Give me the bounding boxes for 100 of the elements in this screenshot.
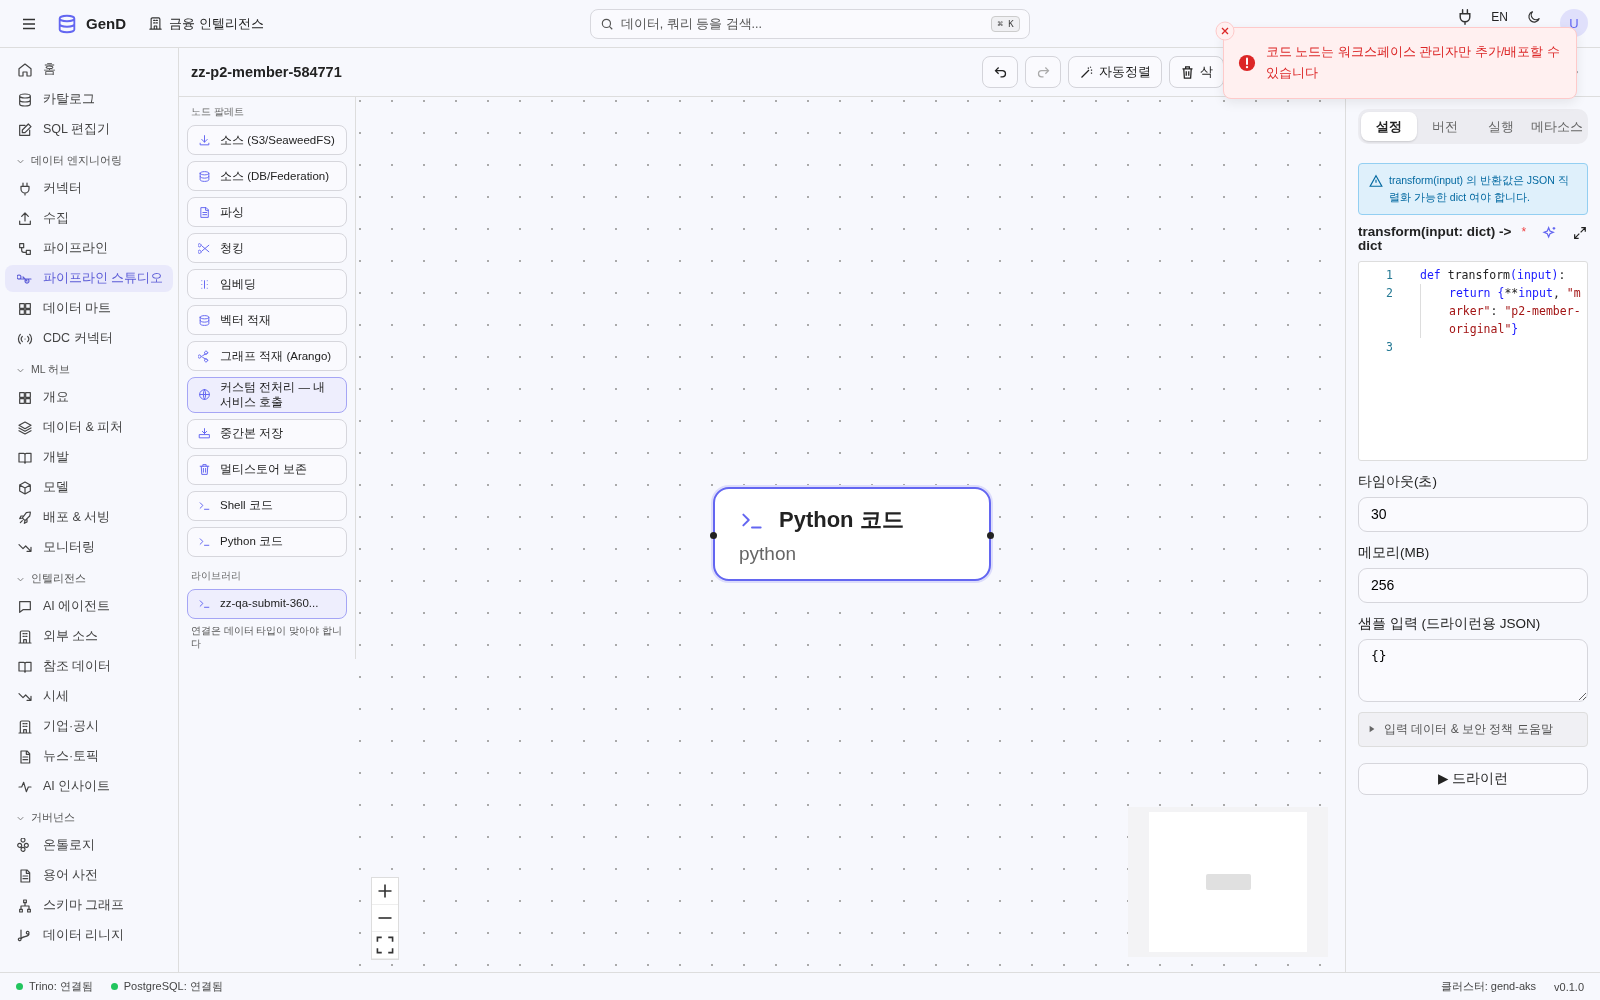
palette-title: 노드 팔레트: [191, 105, 245, 119]
undo-icon: [992, 64, 1008, 80]
sidebar-item[interactable]: 파이프라인 스튜디오: [5, 265, 173, 292]
palette-item[interactable]: 커스텀 전처리 — 내 서비스 호출: [187, 377, 347, 413]
undo-button[interactable]: [982, 56, 1018, 88]
sidebar-item[interactable]: 파이프라인: [5, 235, 173, 262]
delete-button[interactable]: 삭: [1169, 56, 1224, 88]
port-handle[interactable]: [710, 532, 717, 539]
panel-tab[interactable]: 실행: [1473, 112, 1529, 141]
palette-item[interactable]: 멀티스토어 보존: [187, 454, 347, 485]
sidebar-item[interactable]: 모델: [5, 474, 173, 501]
library-item[interactable]: zz-qa-submit-360...: [187, 588, 347, 619]
wand-icon: [1079, 64, 1094, 80]
code-editor[interactable]: 1 def transform(input): 2 return {**input, "marker": "p2-member-original"} 3: [1358, 260, 1588, 461]
palette-item[interactable]: 청킹: [187, 233, 347, 263]
share-icon: [198, 349, 211, 363]
terminal-icon: [198, 499, 211, 513]
sidebar-item[interactable]: AI 에이전트: [5, 593, 173, 620]
palette-item[interactable]: Shell 코드: [187, 490, 347, 521]
section-header[interactable]: 인텔리전스: [5, 569, 173, 589]
sidebar-item[interactable]: CDC 커넥터: [5, 325, 173, 352]
sidebar-item[interactable]: 온톨로지: [5, 832, 173, 859]
download-icon: [198, 133, 211, 147]
sidebar-item[interactable]: 홈: [5, 56, 173, 83]
sidebar-item[interactable]: 배포 & 서빙: [5, 504, 173, 531]
branch-icon: [17, 927, 33, 944]
expand-icon[interactable]: [1572, 224, 1588, 241]
node-subtitle: python: [739, 543, 798, 565]
panel-tab[interactable]: 메타소스: [1529, 112, 1585, 141]
field-label: 샘플 입력 (드라이런용 JSON): [1358, 614, 1542, 633]
section-header[interactable]: 데이터 엔지니어링: [5, 151, 173, 171]
panel-tab[interactable]: 설정: [1361, 112, 1417, 141]
upload-icon: [17, 210, 33, 227]
code-line: def transform(input):: [1420, 266, 1567, 284]
language-toggle[interactable]: EN: [1491, 11, 1508, 24]
sidebar-item[interactable]: AI 인사이트: [5, 773, 173, 800]
port-handle[interactable]: [987, 532, 994, 539]
line-number: 1: [1385, 266, 1393, 284]
nodes-icon: [17, 240, 33, 257]
terminal-icon: [198, 597, 211, 611]
dots-icon: [198, 277, 211, 291]
plug-icon[interactable]: [1457, 9, 1474, 25]
document-icon: [17, 748, 33, 765]
trash-icon: [1180, 64, 1195, 80]
brand-name: GenD: [86, 15, 126, 32]
palette-item[interactable]: Python 코드: [187, 526, 347, 557]
sidebar-item[interactable]: 카탈로그: [5, 86, 173, 113]
sidebar-item[interactable]: 데이터 마트: [5, 295, 173, 322]
line-number: 2: [1385, 284, 1393, 302]
sidebar-item[interactable]: 외부 소스: [5, 623, 173, 650]
library-title: 라이브러리: [191, 568, 242, 583]
sidebar-item[interactable]: 개발: [5, 444, 173, 471]
sidebar-item[interactable]: 개요: [5, 384, 173, 411]
disclosure-triangle-icon: [1368, 725, 1376, 734]
palette-item[interactable]: 소스 (S3/SeaweedFS): [187, 125, 347, 155]
toast-message: 코드 노드는 워크스페이스 관리자만 추가/배포할 수 있습니다: [1266, 43, 1560, 82]
sidebar-item[interactable]: 스키마 그래프: [5, 892, 173, 919]
palette-item[interactable]: 임베딩: [187, 269, 347, 299]
sidebar-item[interactable]: SQL 편집기: [5, 116, 173, 143]
palette-item[interactable]: 그래프 적재 (Arango): [187, 341, 347, 371]
document-icon: [17, 867, 33, 884]
connection-status: PostgreSQL: 연결됨: [123, 979, 223, 994]
moon-icon[interactable]: [1526, 9, 1542, 25]
section-header[interactable]: ML 허브: [5, 360, 173, 380]
database-icon: [17, 91, 33, 108]
notice-text: transform(input) 의 반환값은 JSON 직렬화 가능한 dict 여야 합니다.: [1389, 173, 1570, 205]
cluster-name: 클러스터: gend-aks: [1440, 979, 1537, 994]
dry-run-button[interactable]: ▶ 드라이런: [1358, 762, 1588, 795]
memory-field[interactable]: 256: [1358, 567, 1588, 603]
auto-layout-button[interactable]: 자동정렬: [1068, 56, 1162, 88]
workspace-name[interactable]: 금융 인텔리전스: [169, 14, 264, 33]
layers-icon: [17, 419, 33, 436]
timeout-field[interactable]: 30: [1358, 496, 1588, 532]
sidebar-item[interactable]: 용어 사전: [5, 862, 173, 889]
palette-item[interactable]: 벡터 적재: [187, 305, 347, 335]
sidebar-item[interactable]: 데이터 & 피처: [5, 414, 173, 441]
line-number: 3: [1385, 338, 1393, 356]
sidebar-item[interactable]: 데이터 리니지: [5, 922, 173, 949]
python-node[interactable]: Python 코드 python: [713, 487, 991, 581]
globe-icon: [198, 388, 211, 402]
sidebar-item[interactable]: 기업·공시: [5, 713, 173, 740]
help-disclosure[interactable]: 입력 데이터 & 보안 정책 도움말: [1358, 711, 1588, 747]
palette-item[interactable]: 파싱: [187, 197, 347, 227]
sidebar-item[interactable]: 수집: [5, 205, 173, 232]
close-icon[interactable]: [1215, 21, 1235, 41]
sample-input-field[interactable]: {}: [1358, 638, 1588, 702]
sidebar-item[interactable]: 참조 데이터: [5, 653, 173, 680]
palette-item[interactable]: 소스 (DB/Federation): [187, 161, 347, 191]
panel-tab[interactable]: 버전: [1417, 112, 1473, 141]
palette-item[interactable]: 중간본 저장: [187, 418, 347, 449]
field-label: 메모리(MB): [1358, 543, 1431, 562]
sidebar-item[interactable]: 시세: [5, 683, 173, 710]
section-header[interactable]: 거버넌스: [5, 808, 173, 828]
sidebar-item[interactable]: 뉴스·토픽: [5, 743, 173, 770]
terminal-icon: [198, 535, 211, 549]
database-icon: [198, 169, 211, 183]
sidebar-item[interactable]: 커넥터: [5, 175, 173, 202]
minimap-node: [1205, 874, 1251, 890]
connection-status: Trino: 연결됨: [29, 979, 93, 994]
sidebar-item[interactable]: 모니터링: [5, 534, 173, 561]
